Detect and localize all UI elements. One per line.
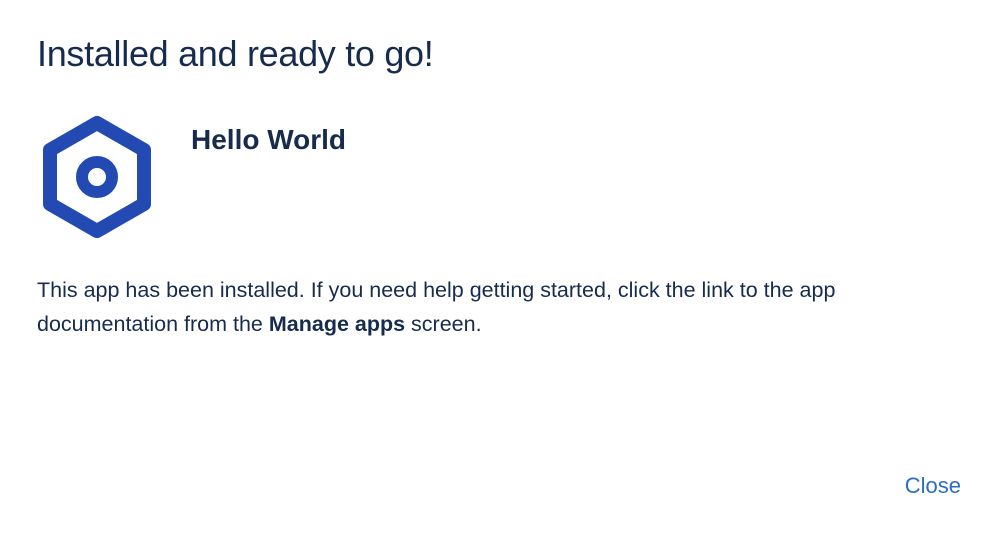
manage-apps-emphasis: Manage apps: [268, 312, 406, 336]
dialog-title: Installed and ready to go!: [37, 33, 434, 74]
hexagon-ring-icon: [40, 115, 154, 239]
description-text-end: screen.: [405, 312, 482, 336]
install-description: This app has been installed. If you need…: [37, 273, 967, 341]
close-button[interactable]: Close: [905, 470, 961, 502]
app-name: Hello World: [191, 124, 347, 155]
install-success-dialog: Installed and ready to go! Hello World T…: [0, 0, 999, 553]
